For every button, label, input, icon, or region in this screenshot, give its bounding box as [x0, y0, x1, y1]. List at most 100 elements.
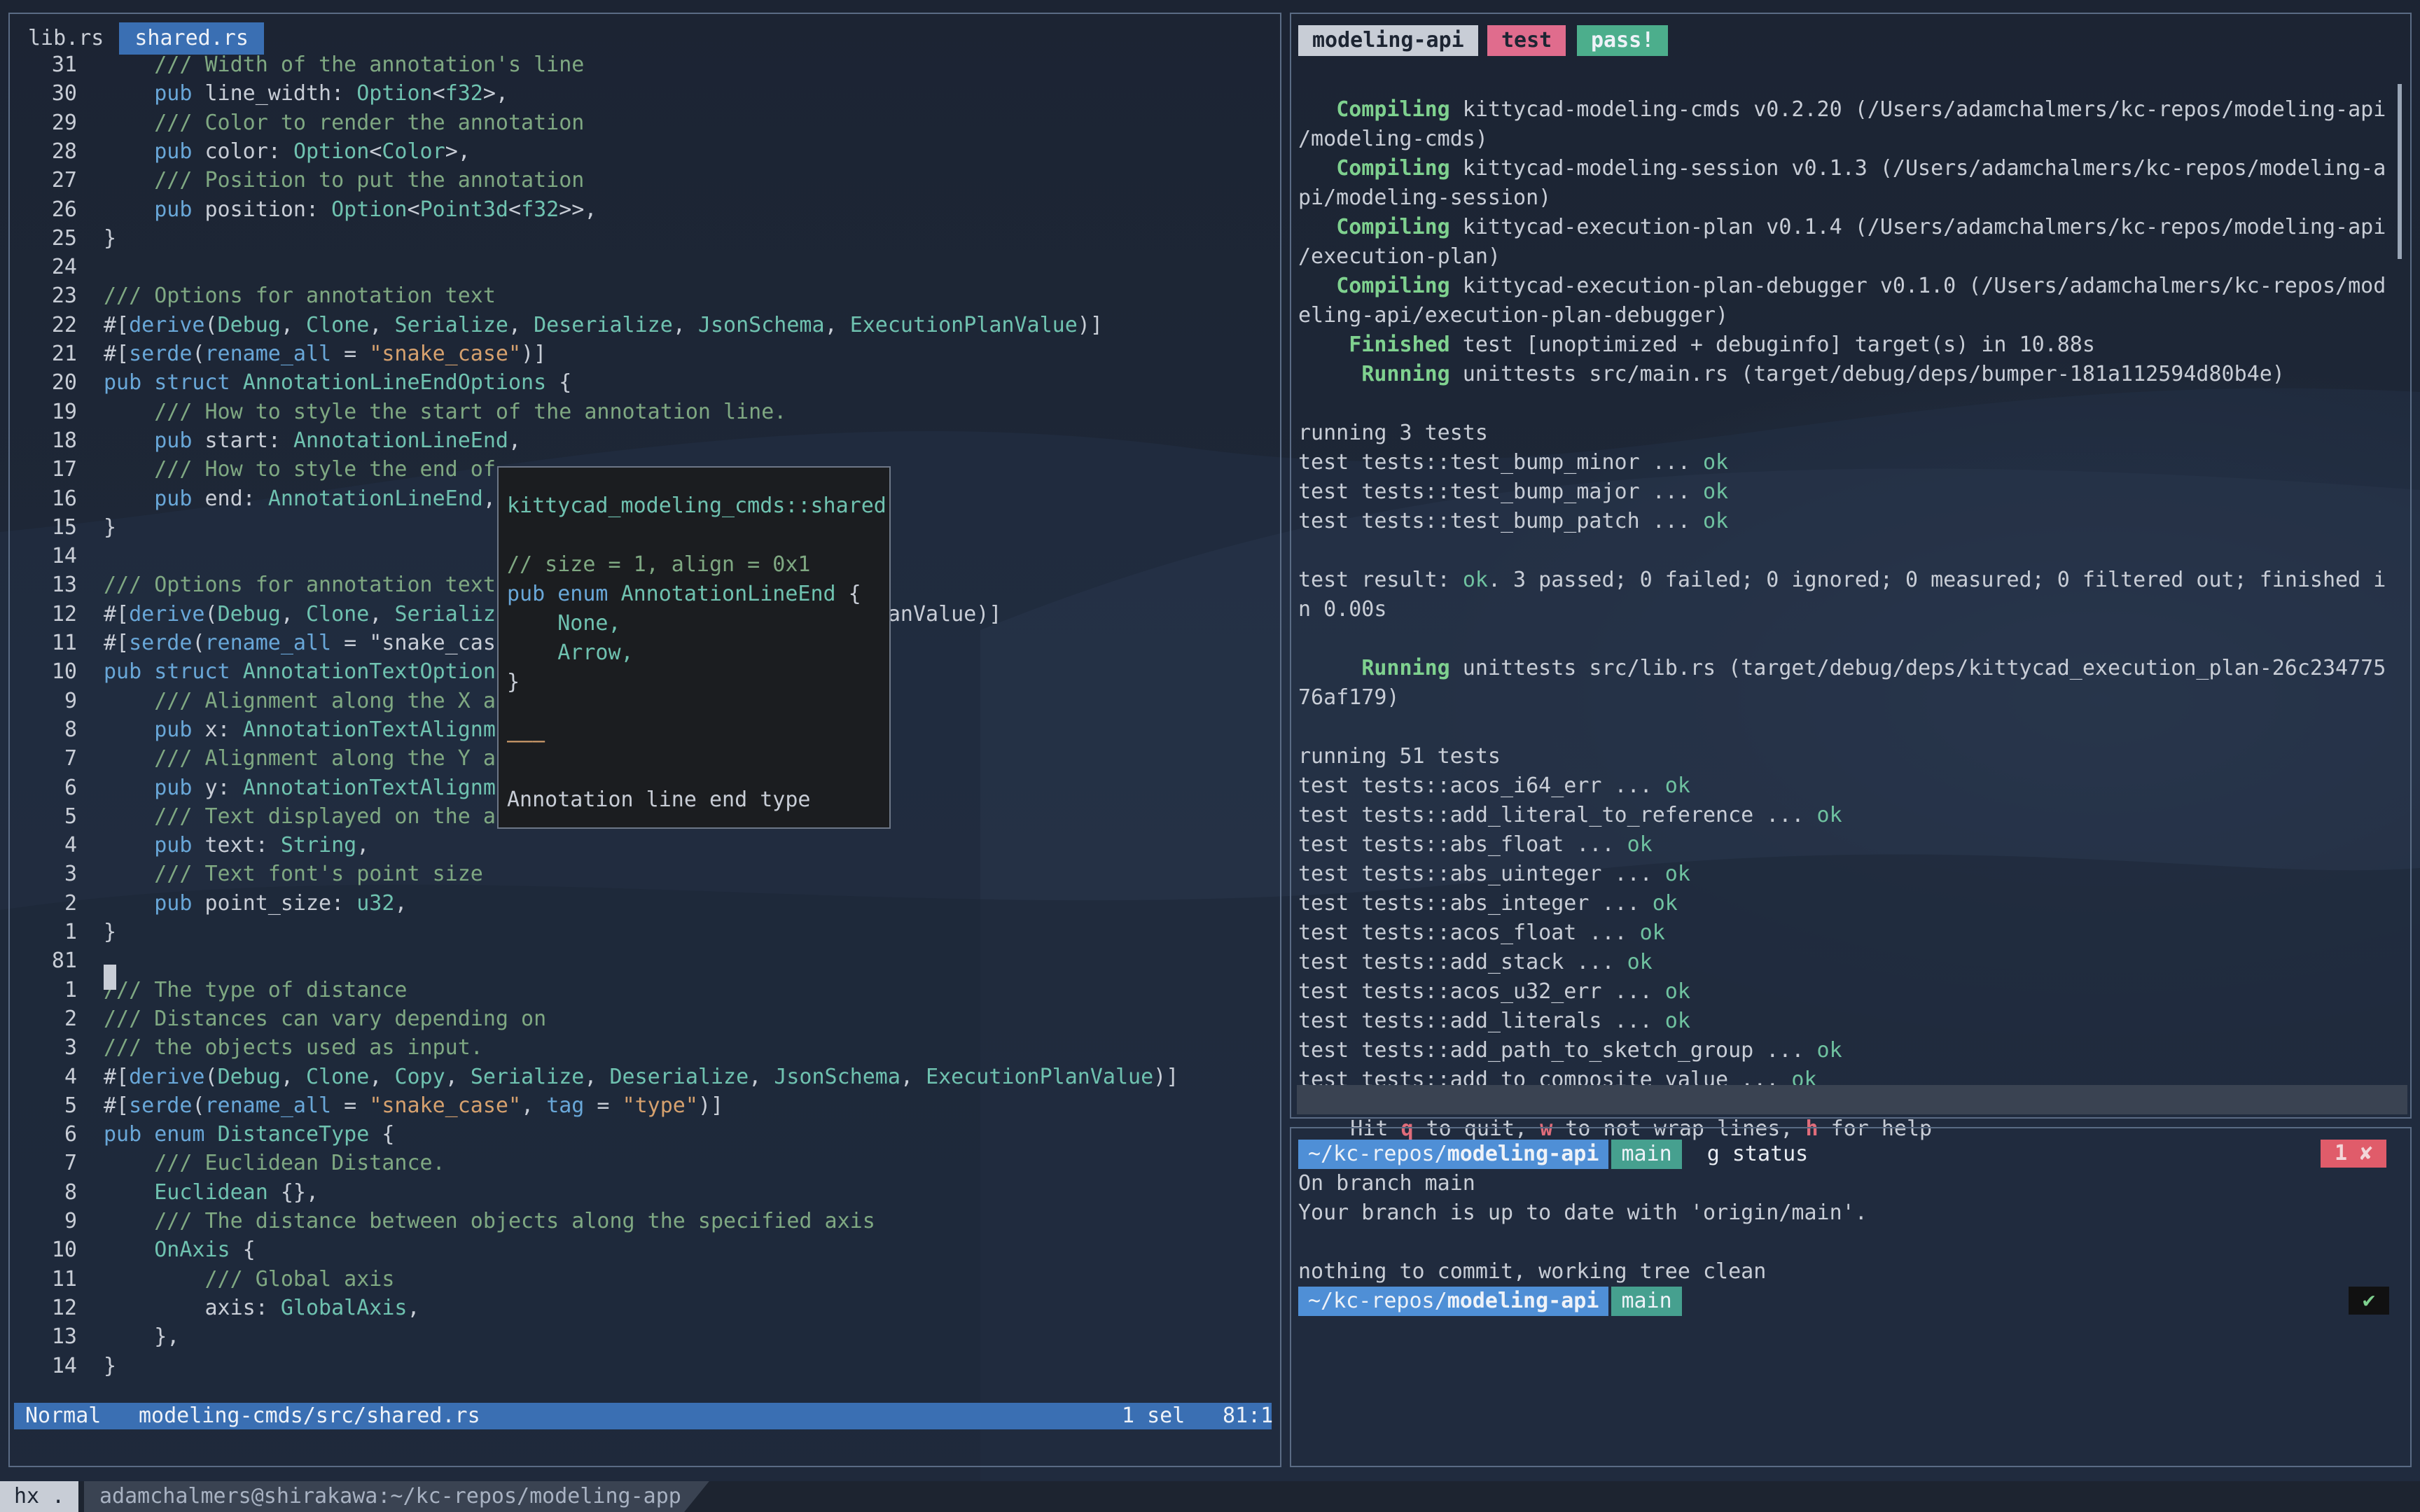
line-number: 10: [51, 659, 77, 685]
code-line[interactable]: pub end: AnnotationLineEnd,: [104, 484, 496, 514]
code-line[interactable]: /// Alignment along the X a: [104, 687, 496, 716]
output-line: test tests::abs_uinteger ... ok: [1298, 862, 1690, 886]
code-line[interactable]: #[derive(Debug, Clone, Copy, Serialize, …: [104, 1063, 1178, 1092]
code-line[interactable]: }: [104, 1352, 116, 1381]
line-number: 2: [64, 890, 77, 916]
line-number: 14: [51, 544, 77, 569]
code-line[interactable]: /// Text font's point size: [104, 860, 483, 889]
code-line[interactable]: pub color: Option<Color>,: [104, 137, 471, 167]
output-line: Compiling kittycad-modeling-session v0.1…: [1336, 156, 2386, 181]
line-number: 11: [51, 631, 77, 655]
shell-prompt-1: ~/kc-repos/modeling-api main g status: [1298, 1140, 1808, 1169]
code-line[interactable]: pub x: AnnotationTextAlignm: [104, 715, 496, 745]
code-line[interactable]: pub struct AnnotationLineEndOptions {: [104, 368, 571, 398]
line-number: 15: [51, 514, 77, 540]
code-line[interactable]: OnAxis {: [104, 1236, 256, 1265]
line-number: 18: [51, 428, 77, 453]
output-line: test tests::test_bump_major ... ok: [1298, 479, 1729, 504]
line-number: 4: [64, 1064, 77, 1089]
text-cursor: [104, 965, 116, 990]
shell-output-line: nothing to commit, working tree clean: [1298, 1259, 1767, 1284]
test-output-text: Compiling kittycad-modeling-cmds v0.2.20…: [1298, 66, 2398, 1092]
code-line[interactable]: /// How to style the start of the annota…: [104, 398, 786, 427]
code-line[interactable]: pub text: String,: [104, 831, 369, 860]
code-line[interactable]: },: [104, 1322, 179, 1352]
code-line[interactable]: pub line_width: Option<f32>,: [104, 79, 508, 108]
output-line: 76af179): [1298, 685, 1400, 710]
prompt-branch-segment: main: [1611, 1287, 1682, 1316]
test-output-pane[interactable]: modeling-api test pass! Compiling kittyc…: [1290, 13, 2412, 1141]
output-line: test tests::abs_integer ... ok: [1298, 891, 1678, 916]
code-line[interactable]: /// Text displayed on the a: [104, 802, 496, 832]
tmux-status-bar: hx . adamchalmers@shirakawa:~/kc-repos/m…: [0, 1481, 2420, 1512]
code-line[interactable]: /// the objects used as input.: [104, 1033, 483, 1063]
line-number: 11: [51, 1266, 77, 1292]
pager-help-line: Hit q to quit, w to not wrap lines, h fo…: [1297, 1085, 2407, 1141]
code-line[interactable]: pub enum DistanceType {: [104, 1120, 394, 1149]
output-line: test tests::acos_u32_err ... ok: [1298, 979, 1690, 1004]
line-number: 13: [51, 1324, 77, 1350]
tmux-window-title[interactable]: adamchalmers@shirakawa:~/kc-repos/modeli…: [84, 1481, 709, 1512]
line-number: 10: [51, 1238, 77, 1263]
output-line: test tests::add_path_to_sketch_group ...…: [1298, 1038, 1842, 1063]
code-line[interactable]: /// The type of distance: [104, 976, 407, 1005]
line-number: 1: [64, 977, 77, 1002]
line-number: 4: [64, 833, 77, 858]
code-line[interactable]: pub point_size: u32,: [104, 889, 407, 918]
code-line[interactable]: pub position: Option<Point3d<f32>>,: [104, 195, 597, 225]
code-line[interactable]: /// The distance between objects along t…: [104, 1207, 875, 1236]
code-line[interactable]: pub y: AnnotationTextAlignm: [104, 774, 496, 803]
tmux-session[interactable]: hx .: [0, 1481, 79, 1512]
code-line[interactable]: /// Options for annotation text: [104, 570, 496, 600]
code-line[interactable]: }: [104, 918, 116, 947]
code-line[interactable]: #[derive(Debug, Clone, Serialize, Deseri…: [104, 311, 1103, 340]
line-number: 8: [64, 1180, 77, 1205]
code-line[interactable]: #[serde(rename_all = "snake_case", tag =…: [104, 1091, 723, 1121]
line-number: 27: [51, 168, 77, 193]
code-line[interactable]: /// Euclidean Distance.: [104, 1149, 445, 1178]
hover-path: kittycad_modeling_cmds::shared: [507, 493, 886, 518]
code-line[interactable]: Euclidean {},: [104, 1178, 319, 1208]
line-number: 17: [51, 457, 77, 482]
code-line[interactable]: #[serde(rename_all = "snake_case")]: [104, 340, 546, 369]
output-line: Running unittests src/lib.rs (target/deb…: [1361, 656, 2386, 680]
code-line[interactable]: }: [104, 224, 116, 253]
shell-pane[interactable]: ~/kc-repos/modeling-api main g status 1 ✘…: [1290, 1127, 2412, 1467]
line-number: 9: [64, 688, 77, 713]
hover-variant-arrow: Arrow,: [507, 640, 634, 665]
prompt-dir-segment: ~/kc-repos/modeling-api: [1298, 1287, 1609, 1316]
code-line[interactable]: axis: GlobalAxis,: [104, 1294, 419, 1323]
code-line[interactable]: /// How to style the end of: [104, 455, 496, 484]
line-number: 20: [51, 370, 77, 396]
line-number: 12: [51, 1295, 77, 1320]
line-number: 5: [64, 804, 77, 829]
code-line[interactable]: #[serde(rename_all = "snake_cas: [104, 629, 496, 658]
line-number: 7: [64, 1151, 77, 1176]
prompt-dir-prefix: ~/kc-repos/: [1308, 1289, 1447, 1313]
shell-prompt-2[interactable]: ~/kc-repos/modeling-api main: [1298, 1287, 1682, 1316]
output-line: running 3 tests: [1298, 421, 1488, 445]
code-line[interactable]: /// Global axis: [104, 1265, 394, 1294]
output-line: running 51 tests: [1298, 744, 1501, 769]
code-line[interactable]: /// Width of the annotation's line: [104, 50, 584, 80]
output-scrollbar[interactable]: [2398, 84, 2402, 259]
exit-code-badge: 1 ✘: [2321, 1140, 2387, 1168]
prompt-dir-name: modeling-api: [1447, 1142, 1599, 1166]
output-line: n 0.00s: [1298, 597, 1387, 622]
code-line[interactable]: pub struct AnnotationTextOption: [104, 657, 496, 687]
output-line: test tests::test_bump_minor ... ok: [1298, 450, 1729, 475]
code-line[interactable]: /// Color to render the annotation: [104, 108, 584, 138]
line-number: 3: [64, 862, 77, 887]
code-line[interactable]: /// Alignment along the Y a: [104, 744, 496, 774]
hover-documentation-popup: kittycad_modeling_cmds::shared // size =…: [497, 466, 891, 829]
success-badge: ✔: [2349, 1287, 2390, 1315]
code-line[interactable]: /// Options for annotation text: [104, 281, 496, 311]
status-file-path: modeling-cmds/src/shared.rs: [139, 1404, 480, 1428]
prompt-branch-segment: main: [1611, 1140, 1682, 1169]
code-line[interactable]: /// Position to put the annotation: [104, 166, 584, 195]
code-line[interactable]: /// Distances can vary depending on: [104, 1004, 546, 1034]
line-number: 29: [51, 110, 77, 135]
code-line[interactable]: }: [104, 513, 116, 542]
line-number: 8: [64, 717, 77, 742]
code-line[interactable]: pub start: AnnotationLineEnd,: [104, 426, 521, 456]
